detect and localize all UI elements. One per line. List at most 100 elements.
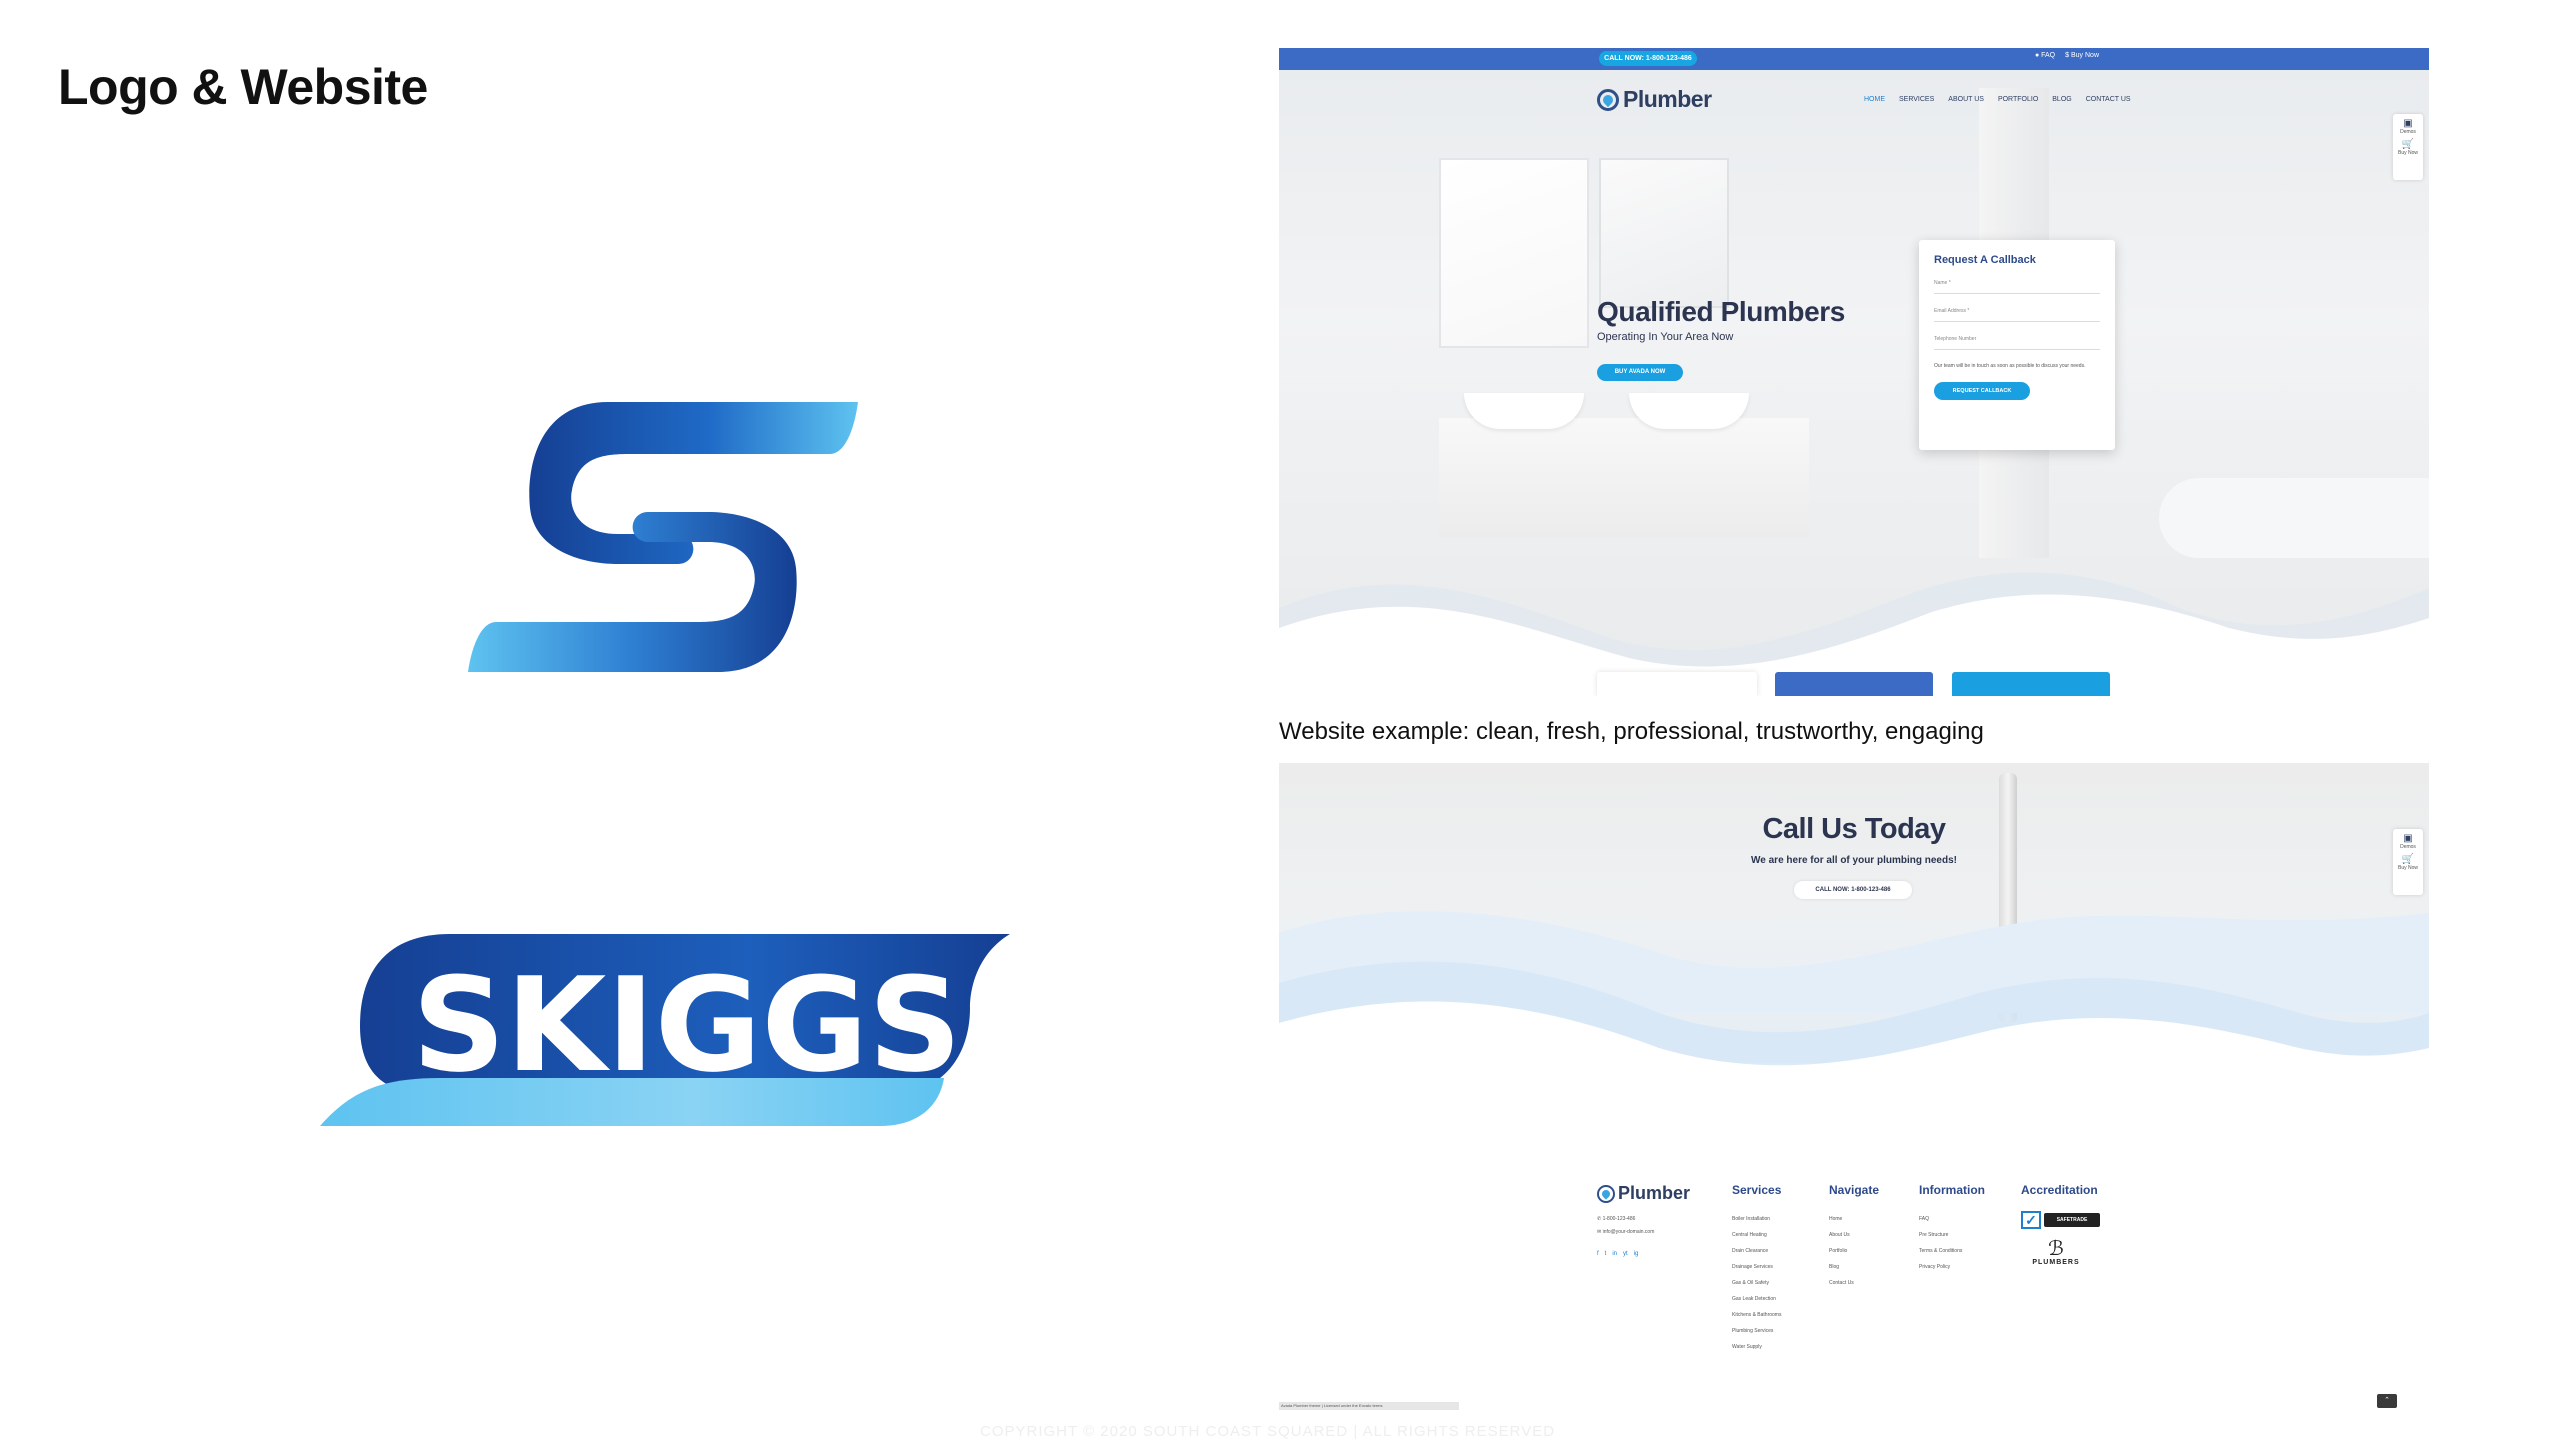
site-footer: Plumber ✆ 1-800-123-486 ✉ info@your-doma… — [1597, 1183, 2117, 1383]
phone-item[interactable]: ✆ 1-800-123-486 — [1597, 1213, 1654, 1226]
footer-col-title: Services — [1732, 1183, 1782, 1197]
callback-title: Request A Callback — [1934, 254, 2036, 266]
site-logo[interactable]: Plumber — [1597, 86, 1712, 113]
wordmark-text: SKIGGS — [412, 949, 962, 1101]
hero-title: Qualified Plumbers — [1597, 296, 1845, 327]
nav-item-services[interactable]: SERVICES — [1899, 96, 1934, 103]
footer-link[interactable]: Boiler Installation — [1732, 1211, 1781, 1227]
footer-link[interactable]: Drainage Services — [1732, 1259, 1781, 1275]
cart-icon: 🛒 — [2401, 139, 2415, 150]
website-screenshot-hero: CALL NOW: 1-800-123-486 ● FAQ $ Buy Now … — [1279, 48, 2429, 696]
top-bar: CALL NOW: 1-800-123-486 ● FAQ $ Buy Now — [1279, 48, 2429, 70]
skiggs-wordmark-logo: SKIGGS — [320, 934, 1010, 1126]
buy-label: Buy Now — [2397, 150, 2418, 156]
footer-link[interactable]: Drain Clearance — [1732, 1243, 1781, 1259]
footer-link[interactable]: Kitchens & Bathrooms — [1732, 1307, 1781, 1323]
facebook-icon[interactable]: f — [1597, 1251, 1599, 1257]
footer-link[interactable]: Home — [1829, 1211, 1879, 1227]
footer-link[interactable]: Water Supply — [1732, 1339, 1781, 1355]
main-nav: HOME SERVICES ABOUT US PORTFOLIO BLOG CO… — [1864, 96, 2131, 103]
footer-link[interactable]: Privacy Policy — [1919, 1259, 1985, 1275]
water-drop-icon — [1597, 1184, 1615, 1203]
demos-label: Demos — [2400, 844, 2416, 850]
footer-link[interactable]: Terms & Conditions — [1919, 1243, 1985, 1259]
email-field[interactable]: Email Address * — [1934, 308, 2100, 322]
nav-item-home[interactable]: HOME — [1864, 96, 1885, 103]
footer-col-title: Accreditation — [2021, 1183, 2098, 1197]
faq-link[interactable]: ● FAQ — [2035, 52, 2055, 59]
instagram-icon[interactable]: ig — [1634, 1251, 1639, 1257]
hero-wave — [1279, 572, 2429, 696]
footer-col-information: Information FAQ Pre Structure Terms & Co… — [1919, 1183, 1985, 1275]
footer-link[interactable]: Gas Leak Detection — [1732, 1291, 1781, 1307]
footer-brand-name: Plumber — [1618, 1183, 1691, 1203]
footer-link[interactable]: About Us — [1829, 1227, 1879, 1243]
demos-icon: ▣ — [2403, 118, 2413, 129]
name-field[interactable]: Name * — [1934, 280, 2100, 294]
footer-link[interactable]: Pre Structure — [1919, 1227, 1985, 1243]
water-drop-icon — [1597, 88, 1619, 111]
hero-window — [1439, 158, 1589, 348]
email-item[interactable]: ✉ info@your-domain.com — [1597, 1226, 1654, 1239]
topbar-call-button[interactable]: CALL NOW: 1-800-123-486 — [1599, 51, 1697, 66]
footer-contact: ✆ 1-800-123-486 ✉ info@your-domain.com — [1597, 1213, 1654, 1239]
hero-sink — [1464, 393, 1584, 429]
footer-col-title: Information — [1919, 1183, 1985, 1197]
side-widget[interactable]: ▣ Demos 🛒 Buy Now — [2393, 114, 2423, 180]
page-title: Logo & Website — [58, 59, 428, 115]
footer-link[interactable]: Plumbing Services — [1732, 1323, 1781, 1339]
demos-label: Demos — [2400, 129, 2416, 135]
plumbers-label: PLUMBERS — [2032, 1259, 2080, 1266]
youtube-icon[interactable]: yt — [1623, 1251, 1628, 1257]
phone-field[interactable]: Telephone Number — [1934, 336, 2100, 350]
side-widget[interactable]: ▣ Demos 🛒 Buy Now — [2393, 829, 2423, 895]
feature-card — [1952, 672, 2110, 696]
hero-mirror — [1599, 158, 1729, 308]
buy-label: Buy Now — [2397, 865, 2418, 871]
callback-form: Request A Callback Name * Email Address … — [1919, 240, 2115, 450]
scroll-to-top-button[interactable]: ⌃ — [2377, 1394, 2397, 1408]
safetrade-label: SAFETRADE — [2044, 1213, 2100, 1227]
skiggs-s-logomark — [468, 402, 858, 672]
buy-avada-button[interactable]: BUY AVADA NOW — [1597, 364, 1683, 381]
hero-sink — [1629, 393, 1749, 429]
plumbers-badge: ℬ PLUMBERS — [2021, 1239, 2091, 1266]
footer-logo[interactable]: Plumber — [1597, 1183, 1690, 1204]
check-icon: ✓ — [2021, 1211, 2041, 1229]
website-screenshot-footer: Call Us Today We are here for all of you… — [1279, 763, 2429, 1423]
plumbers-mark-icon: ℬ — [2048, 1238, 2064, 1260]
footer-link[interactable]: Central Heating — [1732, 1227, 1781, 1243]
request-callback-button[interactable]: REQUEST CALLBACK — [1934, 382, 2030, 400]
brand-name: Plumber — [1623, 86, 1712, 112]
footer-link[interactable]: FAQ — [1919, 1211, 1985, 1227]
footer-col-accreditation: Accreditation ✓ SAFETRADE ℬ PLUMBERS — [2021, 1183, 2101, 1266]
nav-item-contact[interactable]: CONTACT US — [2086, 96, 2131, 103]
buy-now-link[interactable]: $ Buy Now — [2065, 52, 2099, 59]
cta-subtitle: We are here for all of your plumbing nee… — [1751, 855, 1957, 866]
cta-title: Call Us Today — [1762, 813, 1946, 845]
feature-card — [1775, 672, 1933, 696]
copyright-text: COPYRIGHT © 2020 SOUTH COAST SQUARED | A… — [980, 1423, 1556, 1440]
nav-item-about[interactable]: ABOUT US — [1948, 96, 1984, 103]
callback-text: Our team will be in touch as soon as pos… — [1934, 363, 2086, 369]
feature-card — [1597, 672, 1757, 696]
nav-item-portfolio[interactable]: PORTFOLIO — [1998, 96, 2038, 103]
social-icons: f t in yt ig — [1597, 1251, 1638, 1257]
footer-note: Avada Plumber theme | Licensed under the… — [1279, 1402, 1459, 1410]
footer-link[interactable]: Portfolio — [1829, 1243, 1879, 1259]
footer-col-services: Services Boiler Installation Central Hea… — [1732, 1183, 1781, 1355]
call-now-button[interactable]: CALL NOW: 1-800-123-486 — [1794, 881, 1912, 899]
footer-col-navigate: Navigate Home About Us Portfolio Blog Co… — [1829, 1183, 1879, 1291]
footer-link[interactable]: Gas & Oil Safety — [1732, 1275, 1781, 1291]
footer-link[interactable]: Contact Us — [1829, 1275, 1879, 1291]
linkedin-icon[interactable]: in — [1612, 1251, 1617, 1257]
footer-link[interactable]: Blog — [1829, 1259, 1879, 1275]
safetrade-badge: ✓ SAFETRADE — [2021, 1211, 2101, 1229]
footer-col-title: Navigate — [1829, 1183, 1880, 1197]
nav-item-blog[interactable]: BLOG — [2052, 96, 2071, 103]
cta-wave — [1279, 911, 2429, 1093]
twitter-icon[interactable]: t — [1605, 1251, 1607, 1257]
cart-icon: 🛒 — [2401, 854, 2415, 865]
demos-icon: ▣ — [2403, 833, 2413, 844]
topbar-links: ● FAQ $ Buy Now — [2035, 52, 2099, 59]
